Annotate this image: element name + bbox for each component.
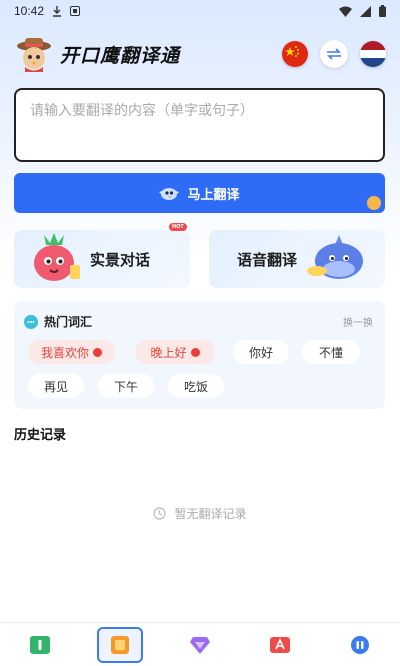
status-bar: 10:42 bbox=[0, 0, 400, 22]
profile-tab-icon bbox=[351, 635, 369, 654]
word-chip-label: 再见 bbox=[43, 379, 68, 394]
download-icon bbox=[53, 5, 62, 17]
whale-mascot-icon bbox=[307, 235, 364, 279]
chat-bubble-icon bbox=[24, 314, 38, 329]
scene-dialog-card[interactable]: 实景对话 bbox=[14, 230, 190, 288]
word-chip[interactable]: 晚上好 bbox=[135, 340, 215, 364]
word-chip[interactable]: 吃饭 bbox=[168, 374, 224, 398]
target-language-button[interactable] bbox=[360, 41, 386, 67]
hot-words-header: 热门词汇 bbox=[24, 313, 92, 330]
voice-translate-card[interactable]: 语音翻译 bbox=[209, 230, 385, 288]
voice-translate-label: 语音翻译 bbox=[237, 250, 298, 269]
battery-icon bbox=[379, 5, 386, 17]
word-chip[interactable]: 下午 bbox=[98, 374, 154, 398]
netherlands-flag-icon bbox=[360, 41, 386, 67]
tab-phrasebook[interactable] bbox=[97, 626, 143, 663]
swap-language-button[interactable] bbox=[320, 40, 348, 68]
translation-input-container bbox=[14, 88, 385, 162]
hot-badge: HOT bbox=[169, 223, 187, 231]
coin-badge-icon bbox=[367, 196, 381, 210]
word-chip-label: 吃饭 bbox=[183, 379, 208, 394]
app-title: 开口鹰翻译通 bbox=[60, 44, 181, 67]
tab-translate[interactable] bbox=[17, 627, 63, 663]
signal-icon bbox=[360, 5, 371, 17]
refresh-button[interactable]: 换一换 bbox=[343, 314, 373, 329]
scene-dialog-label: 实景对话 bbox=[90, 250, 151, 269]
word-chip-label: 不懂 bbox=[318, 345, 343, 360]
gem-tab-icon bbox=[190, 636, 210, 654]
word-chip[interactable]: 不懂 bbox=[302, 340, 360, 364]
word-chip[interactable]: 我喜欢你 bbox=[28, 340, 115, 364]
dictionary-tab-icon bbox=[270, 636, 290, 653]
hot-flame-icon bbox=[93, 347, 102, 357]
bird-mascot-icon bbox=[159, 188, 180, 200]
history-empty-state: 暂无翻译记录 bbox=[0, 505, 400, 522]
bottom-tab-bar bbox=[0, 622, 400, 666]
tab-dictionary[interactable] bbox=[257, 627, 303, 663]
hot-words-title: 热门词汇 bbox=[44, 315, 93, 329]
translate-button[interactable]: 马上翻译 bbox=[14, 173, 385, 213]
history-empty-text: 暂无翻译记录 bbox=[174, 507, 247, 521]
translate-button-label: 马上翻译 bbox=[187, 187, 240, 203]
hot-flame-icon bbox=[190, 347, 200, 357]
language-switcher bbox=[282, 40, 386, 68]
word-chip[interactable]: 再见 bbox=[28, 374, 84, 398]
clock-icon bbox=[153, 507, 167, 520]
strawberry-mascot-icon bbox=[34, 233, 80, 281]
notification-icon bbox=[70, 6, 81, 16]
phrasebook-tab-icon bbox=[111, 635, 129, 654]
china-flag-icon bbox=[282, 41, 308, 67]
app-logo-mascot-icon bbox=[14, 34, 54, 74]
word-chip[interactable]: 你好 bbox=[233, 340, 289, 364]
tab-gem[interactable] bbox=[177, 627, 223, 663]
word-chip-label: 我喜欢你 bbox=[40, 345, 89, 360]
tab-profile[interactable] bbox=[337, 627, 383, 663]
word-chip-label: 下午 bbox=[113, 379, 138, 394]
wifi-icon bbox=[339, 6, 352, 17]
hot-words-panel: 热门词汇 换一换 我喜欢你 晚上好 你好 不懂 再见 下午 吃饭 bbox=[14, 301, 385, 409]
swap-arrows-icon bbox=[327, 48, 341, 60]
app-header: 开口鹰翻译通 bbox=[0, 30, 400, 78]
history-title: 历史记录 bbox=[14, 428, 67, 443]
translate-tab-icon bbox=[30, 635, 50, 654]
word-chip-label: 你好 bbox=[248, 345, 273, 360]
word-chip-label: 晚上好 bbox=[150, 345, 187, 360]
status-time: 10:42 bbox=[14, 4, 45, 18]
source-language-button[interactable] bbox=[282, 41, 308, 67]
translation-input[interactable] bbox=[30, 100, 369, 150]
